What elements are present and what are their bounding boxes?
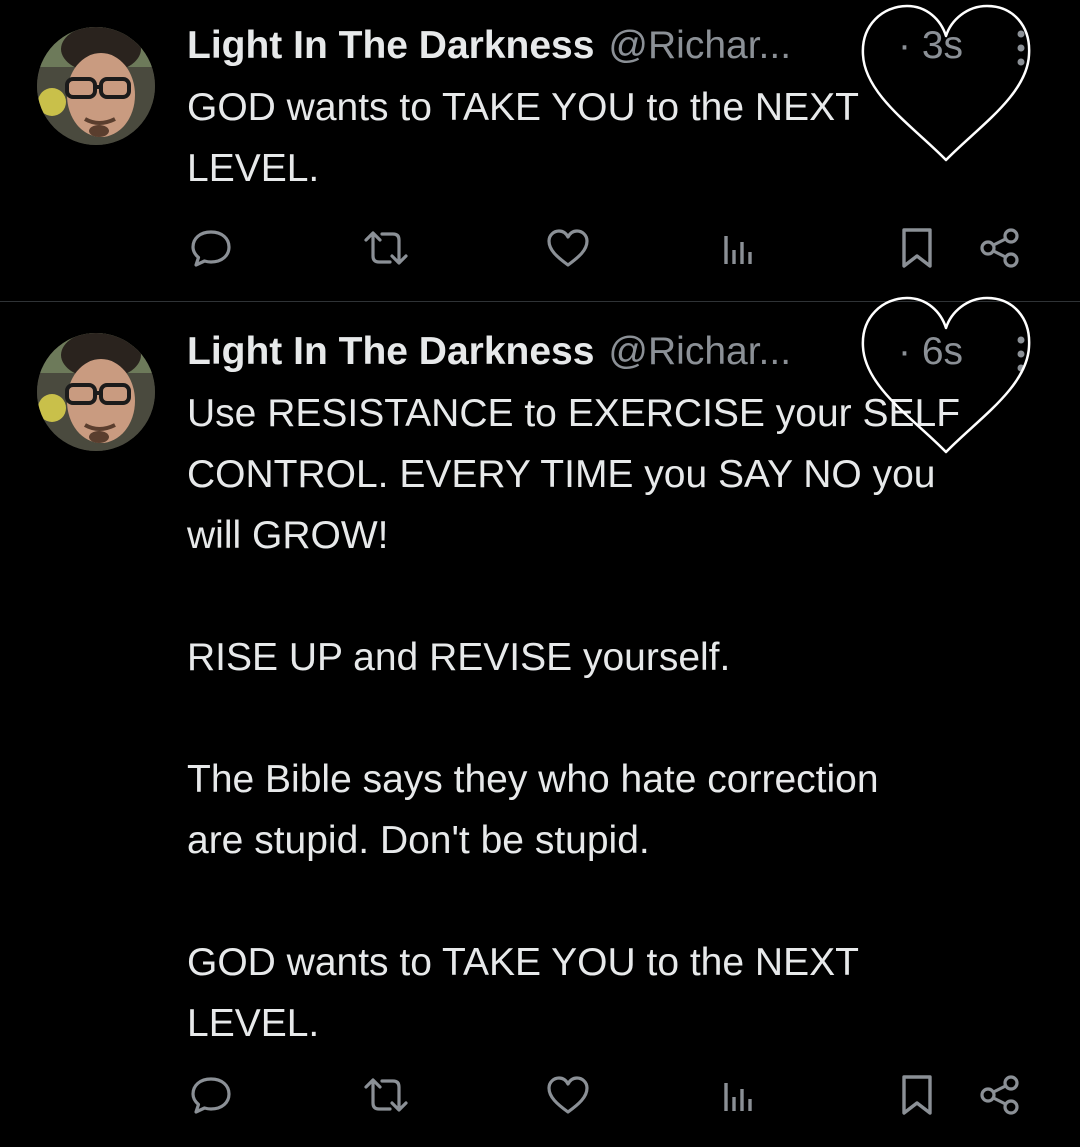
views-icon: [724, 1083, 752, 1111]
tweet[interactable]: Light In The Darkness @Richar... Use RES…: [0, 303, 1080, 1147]
reply-button[interactable]: [186, 223, 236, 273]
retweet-button[interactable]: [361, 223, 411, 273]
share-button[interactable]: [975, 223, 1025, 273]
reply-icon: [191, 230, 231, 267]
user-handle[interactable]: @Richar...: [608, 24, 791, 68]
bookmark-button[interactable]: [892, 223, 942, 273]
views-button[interactable]: [713, 223, 763, 273]
share-icon: [980, 1075, 1019, 1115]
avatar[interactable]: [37, 333, 155, 451]
timestamp[interactable]: · 3s: [898, 21, 963, 71]
tweet-actions: [0, 1070, 1080, 1120]
like-button[interactable]: [543, 1070, 593, 1120]
more-options-button[interactable]: [1010, 334, 1032, 374]
reply-button[interactable]: [186, 1070, 236, 1120]
tweet-actions: [0, 223, 1080, 273]
display-name[interactable]: Light In The Darkness: [187, 24, 594, 68]
share-icon: [980, 228, 1019, 268]
tweet-text: GOD wants to TAKE YOU to the NEXT LEVEL.: [187, 86, 859, 190]
like-button[interactable]: [543, 223, 593, 273]
avatar[interactable]: [37, 27, 155, 145]
more-vertical-icon: [1017, 336, 1025, 372]
more-options-button[interactable]: [1010, 28, 1032, 68]
tweet-header: Light In The Darkness @Richar...: [187, 21, 791, 71]
bookmark-icon: [902, 1075, 932, 1115]
views-button[interactable]: [713, 1070, 763, 1120]
tweet-text: Use RESISTANCE to EXERCISE your SELF CON…: [187, 392, 961, 1045]
reply-icon: [191, 1077, 231, 1114]
display-name[interactable]: Light In The Darkness: [187, 330, 594, 374]
retweet-button[interactable]: [361, 1070, 411, 1120]
bookmark-button[interactable]: [892, 1070, 942, 1120]
user-handle[interactable]: @Richar...: [608, 330, 791, 374]
retweet-icon: [364, 1078, 408, 1112]
tweet-header: Light In The Darkness @Richar...: [187, 327, 791, 377]
timestamp[interactable]: · 6s: [898, 327, 963, 377]
heart-icon: [547, 1076, 589, 1114]
views-icon: [724, 236, 752, 264]
tweet-divider: [0, 301, 1080, 302]
retweet-icon: [364, 231, 408, 265]
bookmark-icon: [902, 228, 932, 268]
heart-icon: [547, 229, 589, 267]
share-button[interactable]: [975, 1070, 1025, 1120]
more-vertical-icon: [1017, 30, 1025, 66]
tweet[interactable]: Light In The Darkness @Richar... · 3s GO…: [0, 0, 1080, 302]
